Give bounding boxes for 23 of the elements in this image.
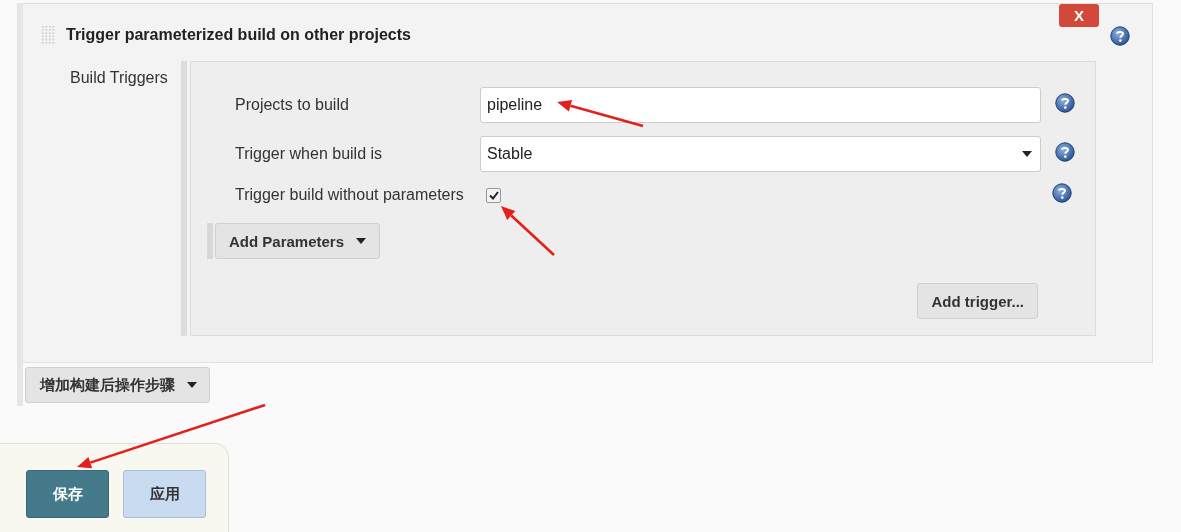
help-icon[interactable] — [1055, 93, 1075, 113]
help-icon[interactable] — [1052, 183, 1072, 203]
add-post-build-step-button[interactable]: 增加构建后操作步骤 — [25, 367, 210, 403]
save-button[interactable]: 保存 — [26, 470, 109, 518]
field-label: Trigger when build is — [235, 145, 384, 163]
help-icon[interactable] — [1055, 142, 1075, 162]
help-icon[interactable] — [1110, 26, 1130, 46]
annotation-arrow — [501, 206, 555, 256]
field-label: Build Triggers — [69, 68, 169, 88]
remove-button[interactable]: X — [1059, 4, 1099, 27]
apply-button[interactable]: 应用 — [123, 470, 206, 518]
add-trigger-button[interactable]: Add trigger... — [917, 283, 1038, 319]
section-title: Trigger parameterized build on other projects — [66, 26, 411, 44]
caret-icon — [187, 382, 197, 388]
dropdown[interactable]: Stable — [480, 136, 1041, 172]
text-field[interactable]: pipeline — [480, 87, 1041, 123]
field-label: Trigger build without parameters — [235, 186, 465, 204]
checkbox[interactable] — [486, 187, 501, 203]
add-parameters-button[interactable]: Add Parameters — [215, 223, 381, 259]
caret-icon — [356, 238, 367, 244]
drag-handle-icon[interactable] — [42, 26, 56, 44]
field-label: Projects to build — [235, 96, 350, 114]
caret-icon — [1022, 151, 1032, 157]
